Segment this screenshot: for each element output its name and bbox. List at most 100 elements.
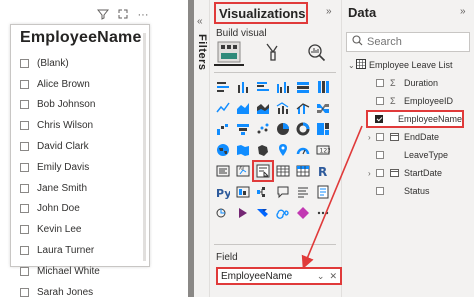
slicer-item[interactable]: John Doe (20, 199, 140, 220)
slicer-item[interactable]: Emily Davis (20, 157, 140, 178)
slicer-checkbox[interactable] (20, 266, 29, 276)
focus-mode-icon[interactable] (116, 8, 130, 22)
gauge-icon[interactable] (294, 141, 312, 159)
slicer-checkbox[interactable] (20, 100, 29, 110)
treemap-icon[interactable] (314, 120, 332, 138)
field-checkbox[interactable] (376, 79, 384, 87)
stacked-column-chart-icon[interactable] (234, 78, 252, 96)
slicer-checkbox[interactable] (20, 204, 29, 214)
close-icon[interactable]: ✕ (329, 271, 337, 282)
more-options-icon[interactable]: ··· (136, 8, 150, 22)
map-icon[interactable] (214, 141, 232, 159)
python-visual-icon[interactable]: Py (214, 183, 232, 201)
qa-icon[interactable] (274, 183, 292, 201)
slicer-checkbox[interactable] (20, 246, 29, 256)
collapse-data-icon[interactable]: » (460, 6, 466, 17)
field-checkbox[interactable] (374, 115, 383, 123)
smart-narrative-icon[interactable] (294, 183, 312, 201)
ribbon-chart-icon[interactable] (314, 99, 332, 117)
slicer-item[interactable]: (Blank) (20, 53, 140, 74)
slicer-checkbox[interactable] (20, 287, 29, 297)
azure-map-icon[interactable] (274, 141, 292, 159)
field-enddate[interactable]: › EndDate (368, 128, 439, 146)
power-automate-icon[interactable] (254, 204, 272, 222)
slicer-checkbox[interactable] (20, 121, 29, 131)
field-leavetype[interactable]: LeaveType (368, 146, 448, 164)
chevron-down-icon[interactable]: ⌄ (317, 271, 325, 282)
field-checkbox[interactable] (376, 151, 384, 159)
collapse-visualizations-icon[interactable]: » (326, 6, 332, 17)
slicer-checkbox[interactable] (20, 79, 29, 89)
slicer-checkbox[interactable] (20, 225, 29, 235)
field-checkbox[interactable] (376, 97, 384, 105)
format-visual-button[interactable] (258, 40, 288, 66)
stacked-area-chart-icon[interactable] (254, 99, 272, 117)
100-stacked-bar-icon[interactable] (294, 78, 312, 96)
slicer-scrollbar[interactable] (143, 33, 146, 261)
field-employeename[interactable]: EmployeeName (366, 110, 464, 128)
line-clustered-column-icon[interactable] (294, 99, 312, 117)
chevron-down-icon[interactable]: ⌄ (348, 61, 356, 70)
filter-icon[interactable] (96, 8, 110, 22)
line-stacked-column-icon[interactable] (274, 99, 292, 117)
slicer-item[interactable]: Kevin Lee (20, 219, 140, 240)
slicer-checkbox[interactable] (20, 142, 29, 152)
metrics-icon[interactable] (214, 204, 232, 222)
field-status[interactable]: Status (368, 182, 430, 200)
area-chart-icon[interactable] (234, 99, 252, 117)
shape-map-icon[interactable] (254, 141, 272, 159)
slicer-item[interactable]: Laura Turner (20, 240, 140, 261)
slicer-item[interactable]: Bob Johnson (20, 95, 140, 116)
filters-pane-collapsed[interactable]: « Filters (194, 0, 210, 297)
multi-row-card-icon[interactable] (214, 162, 232, 180)
100-stacked-column-icon[interactable] (314, 78, 332, 96)
waterfall-chart-icon[interactable] (214, 120, 232, 138)
more-visuals-icon[interactable] (314, 204, 332, 222)
slicer-checkbox[interactable] (20, 162, 29, 172)
power-apps-icon[interactable] (234, 204, 252, 222)
field-employeeid[interactable]: Σ EmployeeID (368, 92, 453, 110)
pie-chart-icon[interactable] (274, 120, 292, 138)
slicer-item[interactable]: Chris Wilson (20, 115, 140, 136)
table-icon[interactable] (274, 162, 292, 180)
search-box[interactable] (346, 32, 470, 52)
field-well[interactable]: EmployeeName ⌄ ✕ (216, 267, 342, 285)
slicer-item[interactable]: Sarah Jones (20, 282, 140, 297)
chevron-right-icon[interactable]: › (368, 133, 376, 142)
chevron-right-icon[interactable]: › (368, 169, 376, 178)
field-checkbox[interactable] (376, 187, 384, 195)
line-chart-icon[interactable] (214, 99, 232, 117)
slicer-item[interactable]: Michael White (20, 261, 140, 282)
decomposition-tree-icon[interactable] (254, 183, 272, 201)
slicer-item[interactable]: Alice Brown (20, 74, 140, 95)
diamond-visual-icon[interactable] (294, 204, 312, 222)
clustered-column-chart-icon[interactable] (274, 78, 292, 96)
table-node[interactable]: ⌄ Employee Leave List (348, 56, 453, 74)
slicer-item[interactable]: Jane Smith (20, 178, 140, 199)
kpi-icon[interactable]: AV (234, 162, 252, 180)
clustered-bar-chart-icon[interactable] (254, 78, 272, 96)
paginated-report-icon[interactable] (314, 183, 332, 201)
chevron-left-icon[interactable]: « (197, 16, 203, 27)
stacked-bar-chart-icon[interactable] (214, 78, 232, 96)
slicer-icon[interactable] (252, 160, 274, 182)
field-checkbox[interactable] (376, 169, 384, 177)
filled-map-icon[interactable] (234, 141, 252, 159)
build-visual-button[interactable] (214, 40, 244, 66)
r-visual-icon[interactable]: R (314, 162, 332, 180)
card-icon[interactable]: 123 (314, 141, 332, 159)
scatter-chart-icon[interactable] (254, 120, 272, 138)
donut-chart-icon[interactable] (294, 120, 312, 138)
field-duration[interactable]: Σ Duration (368, 74, 438, 92)
matrix-icon[interactable] (294, 162, 312, 180)
slicer-checkbox[interactable] (20, 58, 29, 68)
field-startdate[interactable]: › StartDate (368, 164, 442, 182)
search-input[interactable] (367, 36, 463, 48)
field-checkbox[interactable] (376, 133, 384, 141)
custom-visual-icon[interactable] (274, 204, 292, 222)
slicer-item[interactable]: David Clark (20, 136, 140, 157)
key-influencers-icon[interactable] (234, 183, 252, 201)
analytics-button[interactable] (302, 40, 332, 66)
funnel-chart-icon[interactable] (234, 120, 252, 138)
slicer-checkbox[interactable] (20, 183, 29, 193)
